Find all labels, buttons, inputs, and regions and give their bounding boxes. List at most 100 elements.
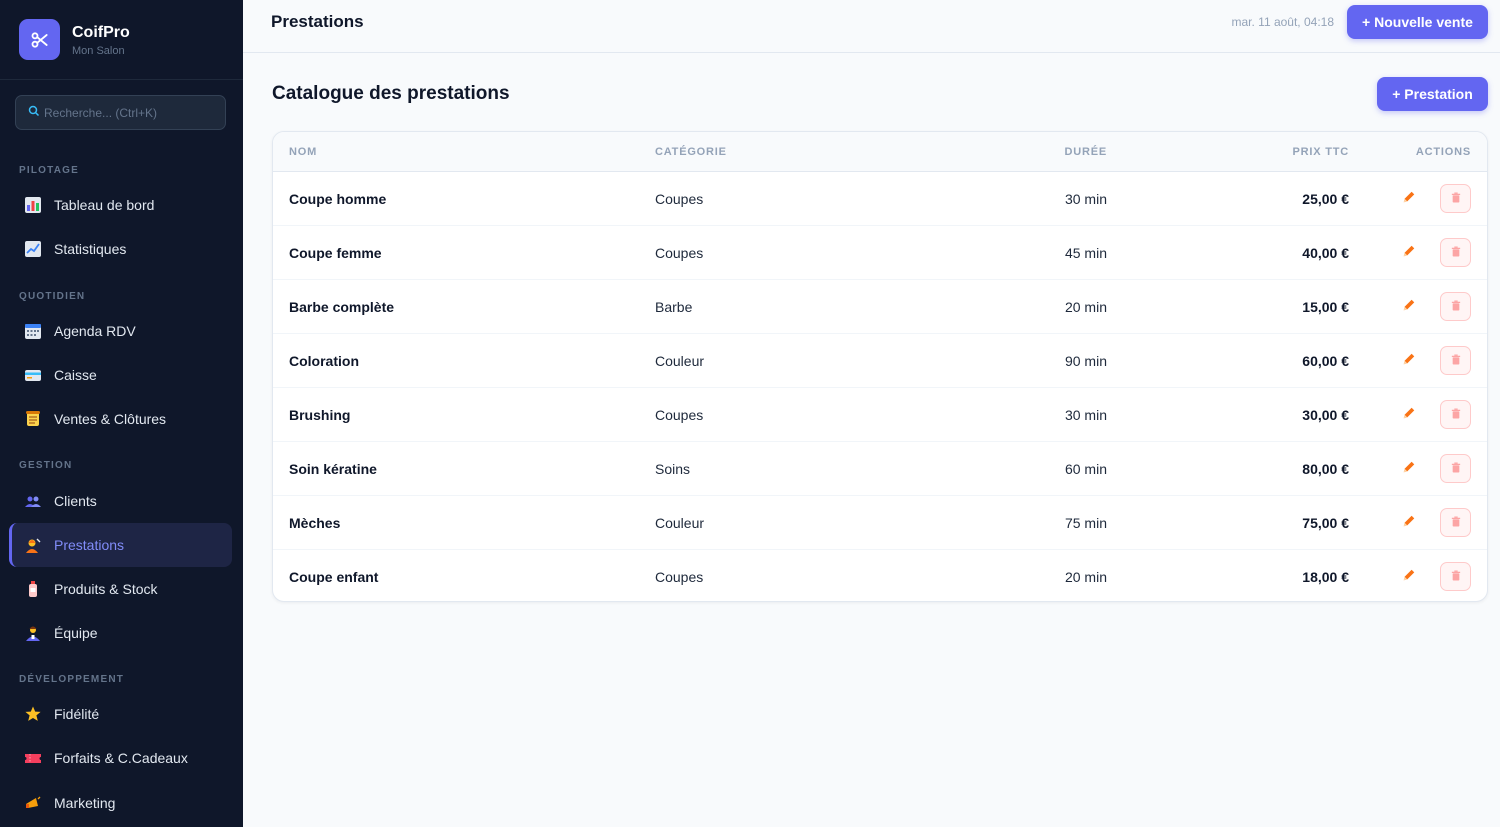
page-title: Prestations xyxy=(271,12,364,31)
trash-icon xyxy=(1451,568,1461,586)
column-header-name[interactable]: NOM xyxy=(289,146,317,158)
table-row[interactable]: Soin kératine Soins 60 min 80,00 € xyxy=(273,442,1487,496)
table-row[interactable]: Mèches Couleur 75 min 75,00 € xyxy=(273,496,1487,550)
brand: CoifPro Mon Salon xyxy=(0,0,243,80)
delete-button[interactable] xyxy=(1440,292,1471,321)
sidebar-item-clients[interactable]: Clients xyxy=(9,479,232,523)
prestation-duration: 75 min xyxy=(1064,515,1107,531)
prestation-duration: 90 min xyxy=(1064,353,1107,369)
prestation-name: Coloration xyxy=(289,353,359,369)
sidebar-item-produits-stock[interactable]: Produits & Stock xyxy=(9,567,232,611)
section-title-pilotage: PILOTAGE xyxy=(19,165,79,176)
column-header-actions: ACTIONS xyxy=(1415,146,1471,158)
sidebar-item-ventes-clotures[interactable]: Ventes & Clôtures xyxy=(9,397,232,441)
sidebar-item-equipe[interactable]: Équipe xyxy=(9,611,232,655)
haircut-icon xyxy=(23,535,43,555)
edit-button[interactable] xyxy=(1399,405,1419,425)
sidebar-item-label: Agenda RDV xyxy=(54,323,136,339)
trash-icon xyxy=(1451,352,1461,370)
edit-button[interactable] xyxy=(1399,243,1419,263)
table-row[interactable]: Brushing Coupes 30 min 30,00 € xyxy=(273,388,1487,442)
new-sale-button[interactable]: + Nouvelle vente xyxy=(1347,5,1488,39)
prestation-category: Couleur xyxy=(655,353,705,369)
sidebar-item-tableau-de-bord[interactable]: Tableau de bord xyxy=(9,183,232,227)
prestation-price: 18,00 € xyxy=(1302,569,1349,585)
sidebar-item-statistiques[interactable]: Statistiques xyxy=(9,227,232,271)
edit-button[interactable] xyxy=(1399,189,1419,209)
delete-button[interactable] xyxy=(1440,400,1471,429)
column-header-category[interactable]: CATÉGORIE xyxy=(655,146,727,158)
sidebar-item-prestations[interactable]: Prestations xyxy=(9,523,232,567)
bar-chart-icon xyxy=(23,195,43,215)
column-header-duration[interactable]: DURÉE xyxy=(1064,146,1107,158)
prestation-name: Coupe femme xyxy=(289,245,382,261)
edit-button[interactable] xyxy=(1399,297,1419,317)
prestation-name: Mèches xyxy=(289,515,341,531)
table-row[interactable]: Barbe complète Barbe 20 min 15,00 € xyxy=(273,280,1487,334)
calendar-icon xyxy=(23,321,43,341)
prestation-category: Soins xyxy=(655,461,691,477)
prestation-category: Barbe xyxy=(655,299,693,315)
sidebar-item-label: Caisse xyxy=(54,367,97,383)
edit-button[interactable] xyxy=(1399,351,1419,371)
brand-subtitle: Mon Salon xyxy=(72,44,125,57)
prestation-duration: 20 min xyxy=(1064,299,1107,315)
edit-button[interactable] xyxy=(1399,459,1419,479)
users-icon xyxy=(23,491,43,511)
table-row[interactable]: Coupe femme Coupes 45 min 40,00 € xyxy=(273,226,1487,280)
search-input[interactable] xyxy=(44,105,213,120)
section-title-quotidien: QUOTIDIEN xyxy=(19,291,86,302)
prestation-name: Barbe complète xyxy=(289,299,395,315)
sidebar-item-forfaits[interactable]: Forfaits & C.Cadeaux xyxy=(9,736,232,780)
brand-name: CoifPro xyxy=(72,23,130,41)
sidebar-item-caisse[interactable]: Caisse xyxy=(9,353,232,397)
trash-icon xyxy=(1451,190,1461,208)
prestation-price: 80,00 € xyxy=(1302,461,1349,477)
trash-icon xyxy=(1451,298,1461,316)
prestation-category: Coupes xyxy=(655,245,704,261)
table-row[interactable]: Coloration Couleur 90 min 60,00 € xyxy=(273,334,1487,388)
column-header-price[interactable]: PRIX TTC xyxy=(1292,146,1349,158)
team-member-icon xyxy=(23,623,43,643)
prestation-category: Coupes xyxy=(655,191,704,207)
section-title-gestion: GESTION xyxy=(19,460,73,471)
sidebar-item-label: Équipe xyxy=(54,625,98,641)
pencil-icon xyxy=(1402,298,1416,317)
credit-card-icon xyxy=(23,365,43,385)
delete-button[interactable] xyxy=(1440,508,1471,537)
datetime-display: mar. 11 août, 04:18 xyxy=(1231,15,1334,29)
table-row[interactable]: Coupe enfant Coupes 20 min 18,00 € xyxy=(273,550,1487,601)
prestation-duration: 20 min xyxy=(1064,569,1107,585)
sidebar-item-label: Forfaits & C.Cadeaux xyxy=(54,750,188,766)
delete-button[interactable] xyxy=(1440,184,1471,213)
prestation-duration: 30 min xyxy=(1064,191,1107,207)
pencil-icon xyxy=(1402,352,1416,371)
sidebar-item-agenda-rdv[interactable]: Agenda RDV xyxy=(9,309,232,353)
pencil-icon xyxy=(1402,406,1416,425)
sidebar-item-label: Fidélité xyxy=(54,706,100,722)
delete-button[interactable] xyxy=(1440,454,1471,483)
sidebar-item-label: Produits & Stock xyxy=(54,581,158,597)
prestation-category: Couleur xyxy=(655,515,705,531)
delete-button[interactable] xyxy=(1440,238,1471,267)
add-prestation-button[interactable]: + Prestation xyxy=(1377,77,1488,111)
sidebar-item-marketing[interactable]: Marketing xyxy=(9,781,232,825)
search-box[interactable] xyxy=(15,95,226,130)
table-header: NOM CATÉGORIE DURÉE PRIX TTC ACTIONS xyxy=(273,132,1487,172)
delete-button[interactable] xyxy=(1440,346,1471,375)
ticket-icon xyxy=(23,748,43,768)
topbar: Prestations mar. 11 août, 04:18 + Nouvel… xyxy=(243,0,1500,53)
sidebar-item-label: Statistiques xyxy=(54,241,127,257)
receipt-scroll-icon xyxy=(23,409,43,429)
prestation-duration: 30 min xyxy=(1064,407,1107,423)
search-icon xyxy=(28,104,40,122)
sidebar-item-label: Prestations xyxy=(54,537,125,553)
delete-button[interactable] xyxy=(1440,562,1471,591)
prestation-category: Coupes xyxy=(655,407,704,423)
trash-icon xyxy=(1451,514,1461,532)
sidebar-item-label: Ventes & Clôtures xyxy=(54,411,167,427)
sidebar-item-fidelite[interactable]: Fidélité xyxy=(9,692,232,736)
edit-button[interactable] xyxy=(1399,567,1419,587)
edit-button[interactable] xyxy=(1399,513,1419,533)
table-row[interactable]: Coupe homme Coupes 30 min 25,00 € xyxy=(273,172,1487,226)
